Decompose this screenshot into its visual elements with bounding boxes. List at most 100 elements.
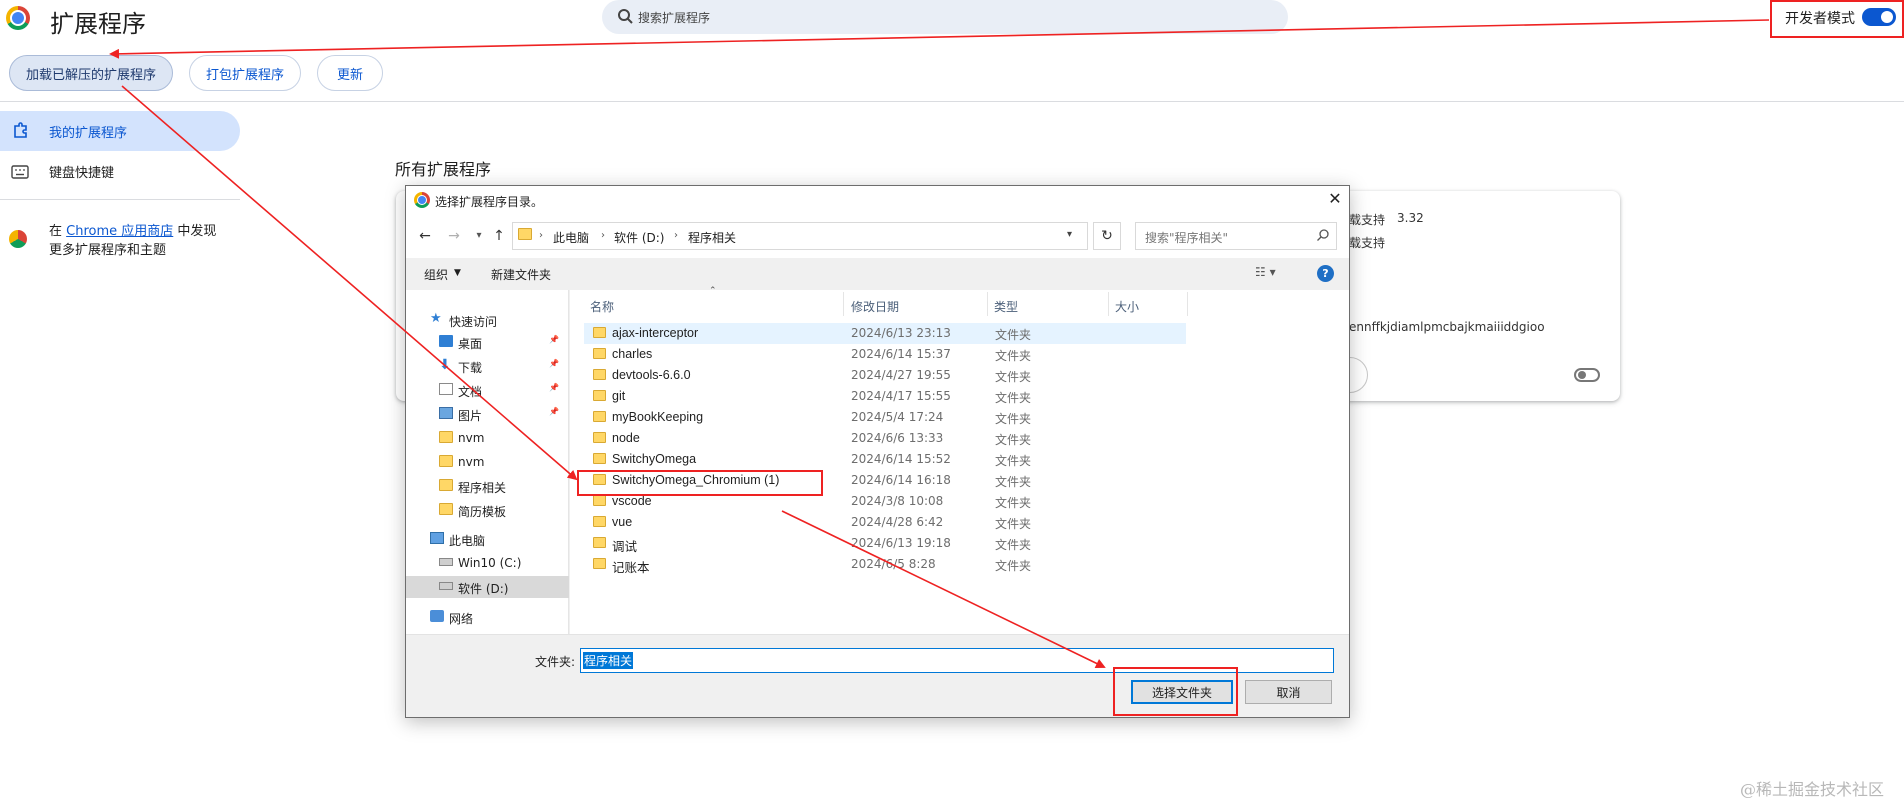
breadcrumb-item[interactable]: 软件 (D:) (614, 229, 664, 246)
folder-icon (593, 495, 606, 506)
store-suffix: 中发现 (173, 224, 217, 239)
nav-tree-item[interactable]: 程序相关 (406, 475, 569, 497)
folder-icon (518, 228, 532, 240)
folder-icon (593, 453, 606, 464)
column-divider[interactable] (843, 292, 844, 316)
dev-mode-toggle[interactable] (1862, 8, 1896, 26)
nav-tree-label: nvm (458, 431, 485, 445)
header-divider (0, 101, 1904, 102)
column-header-name[interactable]: 名称 (590, 298, 614, 315)
file-type: 文件夹 (995, 559, 1032, 573)
nav-tree-item[interactable]: 简历模板 (406, 499, 569, 521)
puzzle-icon (14, 122, 27, 138)
update-button[interactable]: 更新 (317, 55, 383, 91)
back-arrow-icon[interactable]: ← (416, 227, 434, 245)
pin-icon: 📌 (549, 407, 559, 416)
view-options-icon[interactable]: ☷ ▾ (1255, 265, 1291, 281)
file-type: 文件夹 (995, 391, 1032, 405)
sidebar-divider (0, 199, 240, 200)
sidebar-item-shortcuts[interactable]: 键盘快捷键 (49, 162, 114, 181)
forward-arrow-icon[interactable]: → (445, 227, 463, 245)
file-row[interactable]: ajax-interceptor 2024/6/13 23:13 文件夹 (584, 323, 1186, 344)
cancel-button[interactable]: 取消 (1245, 680, 1332, 704)
nav-tree-item[interactable]: Win10 (C:) (406, 552, 569, 574)
file-row[interactable]: devtools-6.6.0 2024/4/27 19:55 文件夹 (584, 365, 1186, 386)
column-header-row: 名称 修改日期 类型 大小 (576, 292, 1188, 316)
chrome-icon (414, 192, 430, 208)
file-date: 2024/6/13 23:13 (851, 326, 951, 340)
pack-extension-button[interactable]: 打包扩展程序 (189, 55, 301, 91)
store-promo-line: 在 Chrome 应用商店 中发现 (49, 220, 216, 239)
column-divider[interactable] (987, 292, 988, 316)
up-arrow-icon[interactable]: ↑ (490, 227, 508, 245)
folder-icon (439, 431, 453, 443)
document-icon (439, 383, 453, 395)
file-row[interactable]: 记账本 2024/6/5 8:28 文件夹 (584, 554, 1186, 575)
file-name: 记账本 (612, 561, 650, 575)
nav-tree-item[interactable]: 图片 📌 (406, 403, 569, 425)
address-bar[interactable] (512, 222, 1088, 250)
file-row[interactable]: SwitchyOmega 2024/6/14 15:52 文件夹 (584, 449, 1186, 470)
folder-icon (593, 516, 606, 527)
folder-icon (439, 503, 453, 515)
column-header-type[interactable]: 类型 (994, 298, 1018, 315)
nav-tree-item[interactable]: 桌面 📌 (406, 331, 569, 353)
nav-tree-item[interactable]: 文档 📌 (406, 379, 569, 401)
file-row[interactable]: myBookKeeping 2024/5/4 17:24 文件夹 (584, 407, 1186, 428)
refresh-icon[interactable]: ↻ (1093, 222, 1121, 250)
file-name: vue (612, 515, 633, 529)
folder-name-value[interactable]: 程序相关 (583, 652, 634, 669)
pin-icon: 📌 (549, 335, 559, 344)
file-row[interactable]: git 2024/4/17 15:55 文件夹 (584, 386, 1186, 407)
nav-tree-item[interactable]: ★ 快速访问 (406, 309, 569, 331)
extension-id: ennffkjdiamlpmcbajkmaiiiddgioo (1349, 320, 1545, 334)
nav-tree-item[interactable]: 软件 (D:) (406, 576, 569, 598)
file-name: myBookKeeping (612, 410, 704, 424)
watermark: @稀土掘金技术社区 (1740, 780, 1885, 799)
file-name: SwitchyOmega (612, 452, 697, 466)
column-header-size[interactable]: 大小 (1115, 298, 1139, 315)
load-unpacked-button[interactable]: 加载已解压的扩展程序 (9, 55, 173, 91)
file-name: vscode (612, 494, 652, 508)
nav-tree-item[interactable]: nvm (406, 451, 569, 473)
web-store-link[interactable]: Chrome 应用商店 (66, 224, 173, 239)
nav-tree-item[interactable]: 此电脑 (406, 528, 569, 550)
file-row[interactable]: vue 2024/4/28 6:42 文件夹 (584, 512, 1186, 533)
new-folder-button[interactable]: 新建文件夹 (491, 266, 551, 283)
column-divider[interactable] (1108, 292, 1109, 316)
nav-tree-item[interactable]: nvm (406, 427, 569, 449)
search-input[interactable]: 搜索扩展程序 (638, 9, 710, 26)
search-icon (618, 9, 633, 24)
file-date: 2024/6/5 8:28 (851, 557, 936, 571)
file-row[interactable]: charles 2024/6/14 15:37 文件夹 (584, 344, 1186, 365)
card-text-line: 载支持 (1349, 236, 1386, 250)
annotation-highlight-button (1113, 667, 1238, 716)
folder-field-label: 文件夹: (535, 655, 576, 669)
file-type: 文件夹 (995, 433, 1032, 447)
folder-icon (593, 558, 606, 569)
folder-icon (593, 348, 606, 359)
file-row[interactable]: 调试 2024/6/13 19:18 文件夹 (584, 533, 1186, 554)
chevron-down-icon[interactable]: ▾ (1067, 229, 1072, 240)
nav-tree-label: 下载 (458, 361, 483, 375)
nav-tree-item[interactable]: 网络 (406, 606, 569, 628)
history-chevron-icon[interactable]: ▾ (470, 227, 488, 245)
folder-search-input[interactable]: 搜索"程序相关" (1145, 229, 1228, 246)
column-header-modified[interactable]: 修改日期 (851, 298, 899, 315)
store-promo-line-2: 更多扩展程序和主题 (49, 243, 167, 258)
file-type: 文件夹 (995, 475, 1032, 489)
nav-tree-item[interactable]: ⬇ 下载 📌 (406, 355, 569, 377)
folder-icon (593, 390, 606, 401)
extension-enable-toggle[interactable] (1574, 368, 1600, 382)
column-divider[interactable] (1187, 292, 1188, 316)
file-row[interactable]: node 2024/6/6 13:33 文件夹 (584, 428, 1186, 449)
chevron-right-icon: › (674, 230, 678, 241)
breadcrumb-item[interactable]: 此电脑 (553, 229, 589, 246)
chevron-down-icon: ▼ (454, 268, 461, 278)
close-icon[interactable]: ✕ (1326, 190, 1344, 208)
breadcrumb-item[interactable]: 程序相关 (688, 229, 736, 246)
drive-icon (439, 582, 453, 590)
help-icon[interactable]: ? (1317, 265, 1334, 282)
desktop-icon (439, 335, 453, 347)
organize-button[interactable]: 组织 (424, 266, 448, 283)
